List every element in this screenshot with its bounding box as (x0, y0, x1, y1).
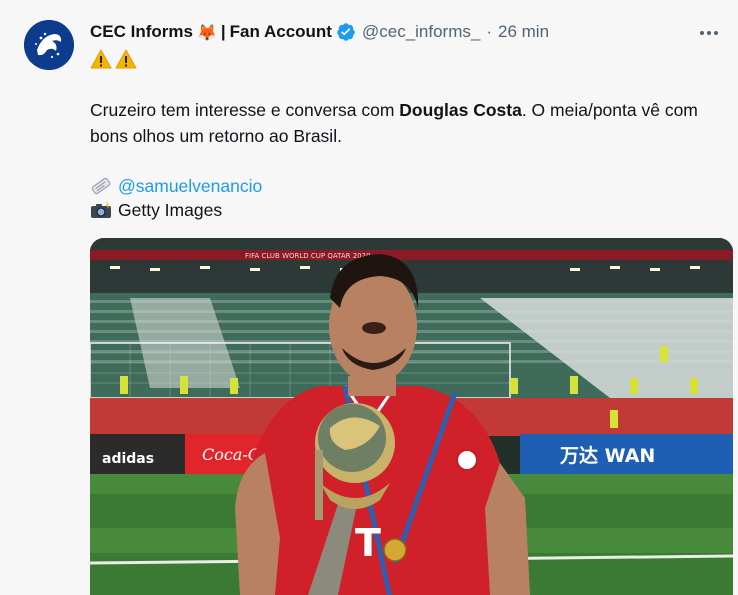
avatar[interactable] (24, 20, 74, 70)
camera-flash-icon (91, 201, 111, 218)
photo-credit: Getty Images (118, 200, 223, 220)
tweet-text-part1: Cruzeiro tem interesse e conversa com (90, 100, 400, 120)
dot-separator: · (486, 22, 493, 41)
mention-link[interactable]: @samuelvenancio (118, 173, 262, 199)
warning-icon (115, 49, 137, 69)
display-name[interactable]: CEC Informs (90, 22, 193, 42)
board-wanda-text: 万达 WAN (559, 444, 655, 467)
more-dot (714, 31, 718, 35)
warning-icon (90, 49, 112, 69)
fox-emoji: 🦊 (196, 22, 217, 42)
account-subtitle[interactable]: Fan Account (230, 22, 332, 42)
more-dot (707, 31, 711, 35)
photo-credit-line: Getty Images (90, 197, 222, 223)
stadium-banner-text: FIFA CLUB WORLD CUP QATAR 2020 (245, 252, 371, 260)
more-dot (700, 31, 704, 35)
tweet-text: Cruzeiro tem interesse e conversa com Do… (90, 97, 720, 149)
board-adidas-text: adidas (102, 451, 154, 467)
name-separator: | (220, 22, 226, 41)
tweet-timestamp[interactable]: 26 min (498, 22, 549, 42)
newspaper-icon (91, 177, 111, 195)
more-horizontal-icon[interactable] (698, 22, 720, 44)
verified-badge-icon[interactable] (336, 22, 356, 42)
avatar-logo-icon (24, 20, 74, 70)
tweet-photo[interactable]: FIFA CLUB WORLD CUP QATAR 2020 adidas Co… (90, 238, 733, 595)
tweet-card[interactable]: CEC Informs 🦊 | Fan Account @cec_informs… (0, 0, 738, 595)
tweet-header: CEC Informs 🦊 | Fan Account @cec_informs… (90, 20, 549, 44)
credit-line: @samuelvenancio (90, 173, 262, 199)
warning-line (90, 49, 137, 69)
photo-illustration: FIFA CLUB WORLD CUP QATAR 2020 adidas Co… (90, 238, 733, 595)
tweet-text-bold: Douglas Costa (399, 100, 522, 120)
stadium-banner-bar (90, 250, 733, 260)
account-handle[interactable]: @cec_informs_ (362, 22, 480, 42)
shirt-text: T (355, 521, 381, 565)
